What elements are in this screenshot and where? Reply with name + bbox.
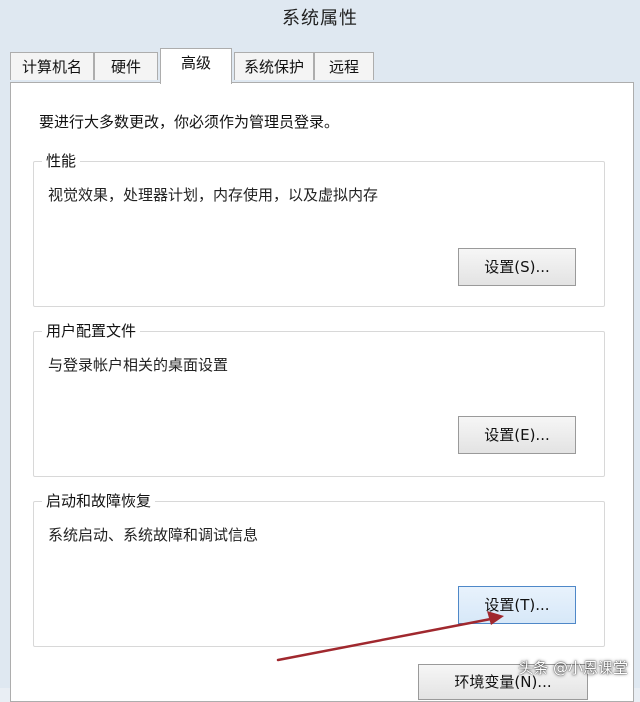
advanced-tab-panel: 要进行大多数更改，你必须作为管理员登录。 性能 视觉效果，处理器计划，内存使用，… [10,82,634,702]
title-bar[interactable]: 系统属性 [0,0,640,34]
admin-notice: 要进行大多数更改，你必须作为管理员登录。 [39,113,340,131]
startup-recovery-settings-button[interactable]: 设置(T)... [458,586,576,624]
user-profiles-description: 与登录帐户相关的桌面设置 [48,356,229,374]
tab-strip: 计算机名 硬件 高级 系统保护 远程 [10,48,630,84]
system-properties-window: 系统属性 计算机名 硬件 高级 系统保护 远程 要进行大多数更改，你必须作为管理… [0,0,640,702]
performance-description: 视觉效果，处理器计划，内存使用，以及虚拟内存 [48,186,379,204]
startup-recovery-group: 启动和故障恢复 系统启动、系统故障和调试信息 设置(T)... [33,490,605,647]
user-profiles-group-title: 用户配置文件 [42,320,141,341]
tab-computer-name[interactable]: 计算机名 [10,52,94,80]
user-profiles-settings-button[interactable]: 设置(E)... [458,416,576,454]
performance-settings-button[interactable]: 设置(S)... [458,248,576,286]
tab-remote[interactable]: 远程 [314,52,374,80]
user-profiles-group: 用户配置文件 与登录帐户相关的桌面设置 设置(E)... [33,320,605,477]
tab-system-protection[interactable]: 系统保护 [234,52,314,80]
watermark: 头条 @小恩课堂 [518,659,628,677]
tab-advanced[interactable]: 高级 [160,48,232,84]
performance-group-title: 性能 [42,150,81,171]
startup-recovery-group-title: 启动和故障恢复 [42,490,156,511]
window-title: 系统属性 [282,8,358,29]
performance-group: 性能 视觉效果，处理器计划，内存使用，以及虚拟内存 设置(S)... [33,150,605,307]
startup-recovery-description: 系统启动、系统故障和调试信息 [48,526,259,544]
tab-hardware[interactable]: 硬件 [94,52,158,80]
